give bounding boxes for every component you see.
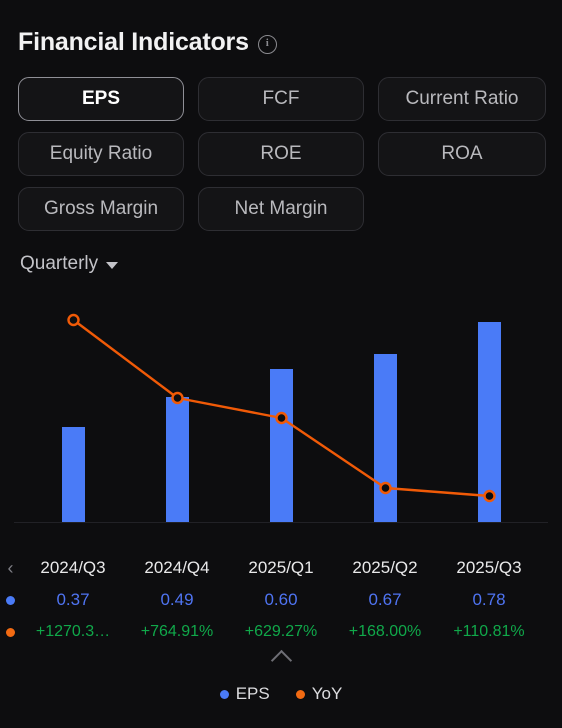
- bar-2024-q4[interactable]: [166, 397, 189, 522]
- legend-label-eps: EPS: [235, 684, 270, 703]
- chip-roe[interactable]: ROE: [198, 132, 364, 176]
- chip-gross-margin[interactable]: Gross Margin: [18, 187, 184, 231]
- yoy-point-2025-q1[interactable]: [275, 411, 288, 425]
- bar-2025-q2[interactable]: [374, 354, 397, 522]
- chip-equity-ratio[interactable]: Equity Ratio: [18, 132, 184, 176]
- table-row-periods: ‹ 2024/Q3 2024/Q4 2025/Q1 2025/Q2 2025/Q…: [0, 552, 562, 584]
- chip-label: Net Margin: [234, 198, 328, 219]
- yoy-dot-icon: [6, 627, 15, 637]
- eps-value-2: 0.60: [264, 590, 298, 609]
- chip-eps[interactable]: EPS: [18, 77, 184, 121]
- period-label-0: 2024/Q3: [40, 558, 106, 577]
- eps-yoy-combo-chart: [14, 313, 548, 523]
- eps-value-1: 0.49: [160, 590, 194, 609]
- panel-header: Financial Indicators i: [0, 0, 562, 55]
- chip-label: Current Ratio: [405, 88, 519, 109]
- period-selector[interactable]: Quarterly: [20, 253, 119, 275]
- period-label-4: 2025/Q3: [456, 558, 522, 577]
- indicator-chip-group: EPS FCF Current Ratio Equity Ratio ROE R…: [18, 77, 546, 231]
- chevron-up-icon: [270, 649, 292, 672]
- yoy-row-marker: [0, 627, 21, 637]
- yoy-point-2025-q2[interactable]: [379, 481, 392, 495]
- chevron-left-icon: ‹: [7, 558, 14, 578]
- chip-net-margin[interactable]: Net Margin: [198, 187, 364, 231]
- bar-2024-q3[interactable]: [62, 427, 85, 522]
- chart-legend: EPS YoY: [0, 684, 562, 704]
- page-title: Financial Indicators: [18, 28, 249, 56]
- chart-data-table: ‹ 2024/Q3 2024/Q4 2025/Q1 2025/Q2 2025/Q…: [0, 552, 562, 648]
- financial-indicators-panel: Financial Indicators i EPS FCF Current R…: [0, 0, 562, 728]
- eps-row-marker: [0, 595, 21, 605]
- chip-label: ROA: [441, 143, 483, 164]
- legend-label-yoy: YoY: [311, 684, 343, 703]
- yoy-value-4: +110.81%: [453, 623, 525, 640]
- yoy-value-1: +764.91%: [140, 623, 214, 640]
- chip-label: Gross Margin: [43, 198, 159, 219]
- info-icon[interactable]: i: [257, 35, 277, 54]
- eps-value-0: 0.37: [56, 590, 90, 609]
- period-label-2: 2025/Q1: [248, 558, 314, 577]
- prev-period-button[interactable]: ‹: [0, 559, 21, 577]
- period-label-1: 2024/Q4: [144, 558, 210, 577]
- eps-dot-icon: [6, 595, 15, 605]
- chip-fcf[interactable]: FCF: [198, 77, 364, 121]
- chip-label: ROE: [260, 143, 302, 164]
- collapse-table-button[interactable]: [0, 648, 562, 672]
- table-row-yoy: +1270.3… +764.91% +629.27% +168.00% +110…: [0, 616, 562, 648]
- bar-2025-q1[interactable]: [270, 369, 293, 522]
- yoy-point-2024-q4[interactable]: [171, 391, 184, 405]
- eps-value-3: 0.67: [368, 590, 402, 609]
- period-selector-label: Quarterly: [20, 253, 99, 274]
- yoy-point-2025-q3[interactable]: [483, 489, 496, 503]
- yoy-value-0: +1270.3…: [35, 623, 111, 640]
- yoy-value-2: +629.27%: [244, 623, 318, 640]
- eps-legend-dot-icon: [219, 689, 229, 699]
- chevron-down-icon: [106, 262, 119, 269]
- period-label-3: 2025/Q2: [352, 558, 418, 577]
- chip-label: FCF: [262, 88, 300, 109]
- chip-current-ratio[interactable]: Current Ratio: [378, 77, 546, 121]
- yoy-legend-dot-icon: [295, 689, 305, 699]
- legend-item-yoy[interactable]: YoY: [295, 684, 343, 704]
- yoy-point-2024-q3[interactable]: [67, 313, 80, 327]
- legend-item-eps[interactable]: EPS: [219, 684, 270, 704]
- chart-area: [0, 287, 562, 525]
- yoy-value-3: +168.00%: [348, 623, 422, 640]
- chip-label: Equity Ratio: [49, 143, 153, 164]
- table-row-eps: 0.37 0.49 0.60 0.67 0.78: [0, 584, 562, 616]
- chip-roa[interactable]: ROA: [378, 132, 546, 176]
- chip-label: EPS: [81, 88, 121, 109]
- eps-value-4: 0.78: [472, 590, 506, 609]
